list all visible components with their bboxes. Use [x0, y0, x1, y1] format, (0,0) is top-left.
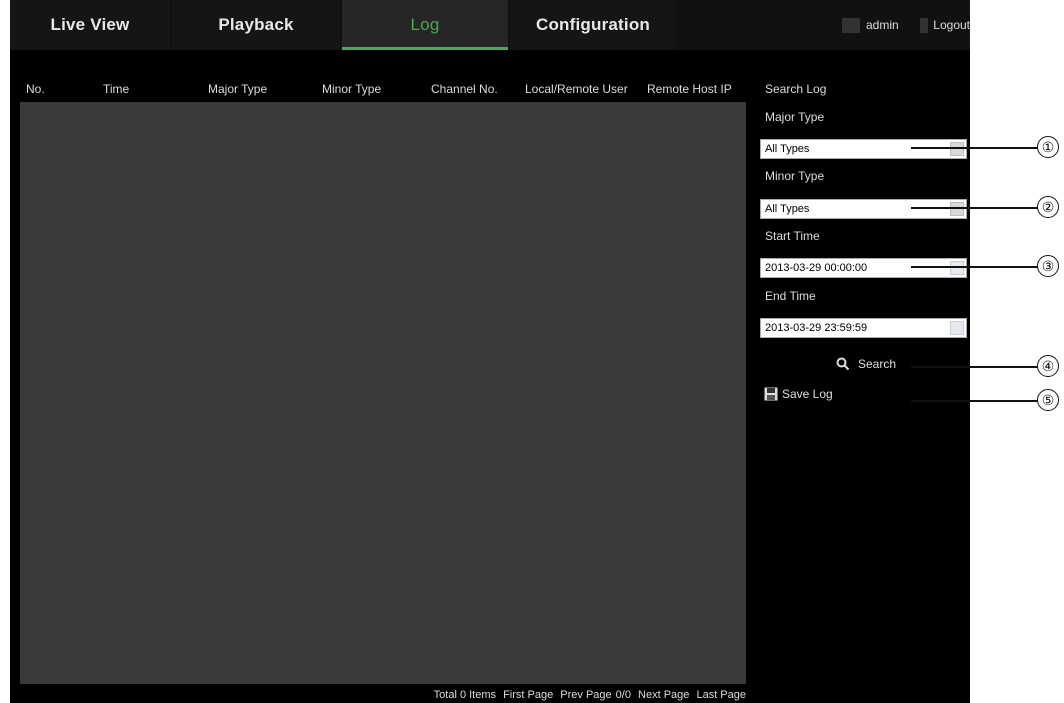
logout-button[interactable]: Logout	[920, 0, 970, 50]
search-log-title: Search Log	[765, 82, 827, 96]
column-header-channel-no: Channel No.	[431, 82, 498, 96]
first-page-link[interactable]: First Page	[503, 689, 553, 701]
save-log-button[interactable]: Save Log	[764, 387, 833, 401]
top-navigation: Live View Playback Log Configuration adm…	[10, 0, 970, 50]
callout-line-1	[911, 147, 1041, 149]
page-indicator: 0/0	[615, 689, 631, 701]
pagination: Total 0 Items First Page Prev Page 0/0 Ne…	[20, 689, 746, 701]
tab-playback[interactable]: Playback	[172, 0, 340, 50]
column-header-remote-host-ip: Remote Host IP	[647, 82, 732, 96]
logout-label: Logout	[933, 18, 970, 32]
calendar-icon[interactable]	[950, 321, 964, 335]
end-time-value: 2013-03-29 23:59:59	[765, 322, 868, 334]
callout-marker-4: ④	[1037, 355, 1059, 377]
end-time-input[interactable]: 2013-03-29 23:59:59	[760, 318, 967, 338]
dropdown-icon[interactable]	[950, 202, 964, 216]
callout-line-5	[911, 400, 1041, 402]
minor-type-select[interactable]: All Types	[760, 199, 967, 219]
column-header-major-type: Major Type	[208, 82, 268, 96]
calendar-icon[interactable]	[950, 261, 964, 275]
column-header-time: Time	[103, 82, 130, 96]
minor-type-value: All Types	[765, 203, 810, 215]
user-menu[interactable]: admin	[842, 0, 899, 50]
major-type-label: Major Type	[765, 110, 825, 124]
callout-line-2	[911, 207, 1041, 209]
tab-log-label: Log	[410, 15, 440, 34]
major-type-select[interactable]: All Types	[760, 139, 967, 159]
dropdown-icon[interactable]	[950, 142, 964, 156]
start-time-value: 2013-03-29 00:00:00	[765, 262, 868, 274]
column-header-local-remote-user: Local/Remote User	[525, 82, 628, 96]
logout-icon	[920, 17, 929, 33]
major-type-value: All Types	[765, 143, 810, 155]
last-page-link[interactable]: Last Page	[696, 689, 746, 701]
username: admin	[866, 18, 899, 32]
search-label: Search	[858, 357, 897, 371]
callout-marker-3: ③	[1037, 255, 1059, 277]
start-time-label: Start Time	[765, 229, 820, 243]
start-time-input[interactable]: 2013-03-29 00:00:00	[760, 258, 967, 278]
column-header-no: No.	[26, 82, 45, 96]
save-log-label: Save Log	[782, 387, 833, 401]
tab-configuration[interactable]: Configuration	[510, 0, 676, 50]
prev-page-link[interactable]: Prev Page	[560, 689, 611, 701]
search-button[interactable]: Search	[836, 357, 896, 371]
callout-line-3	[911, 266, 1041, 268]
tab-live-view[interactable]: Live View	[10, 0, 170, 50]
active-tab-indicator	[342, 47, 508, 50]
search-icon	[836, 357, 850, 371]
save-icon	[764, 387, 778, 401]
callout-marker-5: ⑤	[1037, 389, 1059, 411]
log-app: Live View Playback Log Configuration adm…	[10, 0, 970, 703]
callout-line-4	[911, 366, 1041, 368]
tab-log[interactable]: Log	[342, 0, 508, 50]
next-page-link[interactable]: Next Page	[638, 689, 689, 701]
user-icon	[842, 17, 860, 33]
total-items: Total 0 Items	[433, 689, 497, 701]
column-header-minor-type: Minor Type	[322, 82, 382, 96]
callout-marker-1: ①	[1037, 136, 1059, 158]
minor-type-label: Minor Type	[765, 169, 825, 183]
end-time-label: End Time	[765, 289, 816, 303]
log-table-body[interactable]	[20, 102, 746, 684]
callout-marker-2: ②	[1037, 196, 1059, 218]
